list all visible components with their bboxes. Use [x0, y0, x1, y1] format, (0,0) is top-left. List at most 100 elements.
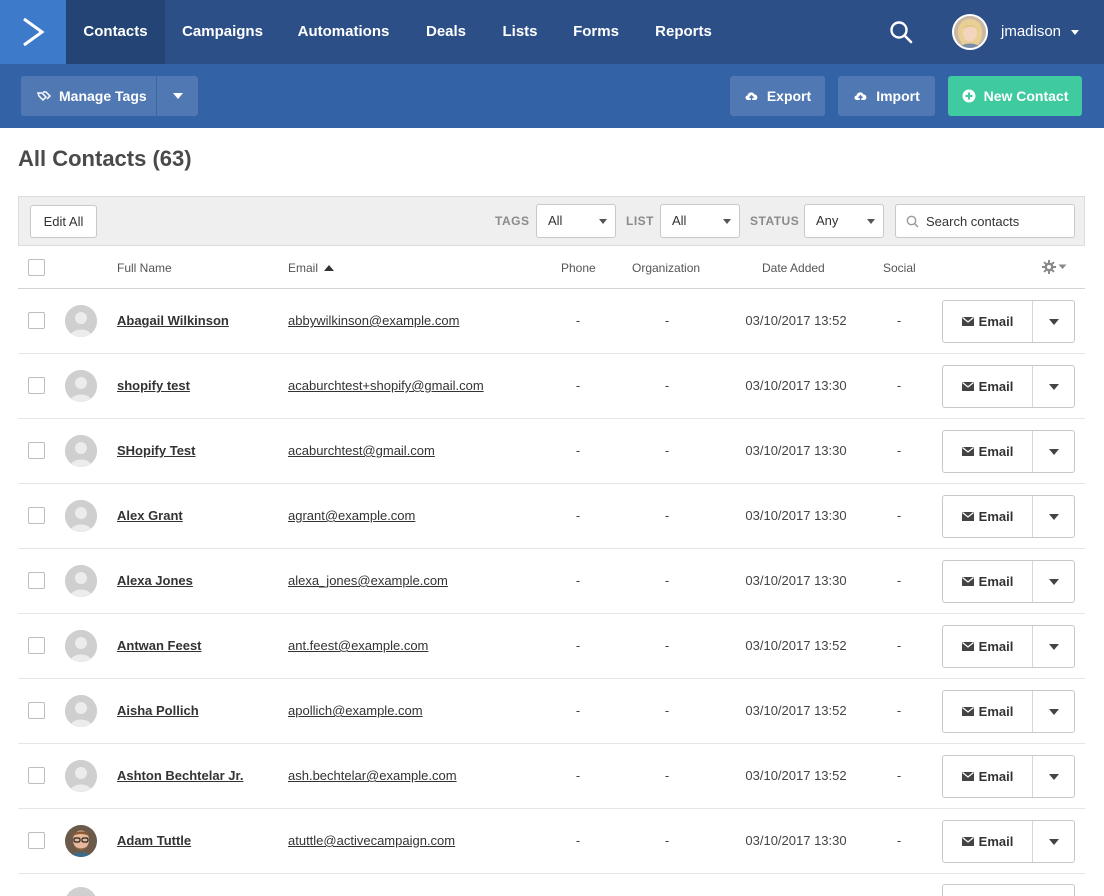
email-contact-button[interactable]: Email	[943, 366, 1033, 407]
contact-email-link[interactable]: abbywilkinson@example.com	[288, 289, 459, 353]
cloud-upload-icon	[744, 90, 759, 102]
list-filter-value: All	[672, 213, 687, 228]
contact-name-link[interactable]: SHopify Test	[117, 419, 196, 483]
contact-email-link[interactable]: alexa_jones@example.com	[288, 549, 448, 613]
column-header-full-name[interactable]: Full Name	[117, 246, 172, 290]
nav-automations[interactable]: Automations	[280, 0, 407, 64]
app-logo[interactable]	[0, 0, 66, 64]
contact-email-link[interactable]: agrant@example.com	[288, 484, 415, 548]
email-button-label: Email	[978, 769, 1014, 784]
row-checkbox[interactable]	[28, 312, 45, 329]
chevron-down-icon	[1058, 264, 1067, 269]
row-actions-dropdown[interactable]	[1034, 366, 1074, 407]
status-filter-select[interactable]: Any	[804, 204, 884, 238]
envelope-icon	[961, 317, 974, 326]
global-search-button[interactable]	[888, 19, 914, 45]
contact-phone: -	[575, 573, 581, 588]
edit-all-button[interactable]: Edit All	[30, 205, 97, 238]
contact-name-link[interactable]: Alex Grant	[117, 484, 183, 548]
select-all-checkbox[interactable]	[28, 259, 45, 276]
row-actions-dropdown[interactable]	[1034, 431, 1074, 472]
row-checkbox[interactable]	[28, 377, 45, 394]
contact-name-link[interactable]: Ashton Bechtelar Jr.	[117, 744, 243, 808]
email-contact-button[interactable]: Email	[943, 496, 1033, 537]
manage-tags-dropdown-button[interactable]	[156, 76, 198, 116]
page-title: All Contacts (63)	[18, 146, 192, 171]
chevron-down-icon	[1049, 514, 1059, 520]
contact-email-link[interactable]: acaburchtest@gmail.com	[288, 419, 435, 483]
table-row: Adam Tuttle atuttle@activecampaign.com - - 0…	[18, 809, 1085, 874]
nav-contacts[interactable]: Contacts	[66, 0, 165, 64]
search-contacts-field[interactable]	[895, 204, 1075, 238]
row-actions-dropdown[interactable]	[1034, 301, 1074, 342]
contact-name-link[interactable]: Abagail Wilkinson	[117, 289, 229, 353]
nav-lists[interactable]: Lists	[485, 0, 555, 64]
contact-phone: -	[575, 638, 581, 653]
row-checkbox[interactable]	[28, 767, 45, 784]
contact-email-link[interactable]: ash.bechtelar@example.com	[288, 744, 457, 808]
contact-date-added: 03/10/2017 13:52	[745, 768, 847, 783]
manage-tags-button[interactable]: Manage Tags	[21, 76, 156, 116]
export-button[interactable]: Export	[730, 76, 825, 116]
nav-campaigns[interactable]: Campaigns	[165, 0, 280, 64]
contact-name-link[interactable]: Aisha Pollich	[117, 679, 199, 743]
row-checkbox[interactable]	[28, 637, 45, 654]
search-contacts-input[interactable]	[926, 205, 1071, 237]
contact-organization: -	[664, 378, 670, 393]
row-actions-dropdown[interactable]	[1034, 561, 1074, 602]
contact-social: -	[896, 573, 902, 588]
search-icon	[906, 215, 919, 233]
import-button[interactable]: Import	[838, 76, 935, 116]
row-checkbox[interactable]	[28, 832, 45, 849]
row-checkbox[interactable]	[28, 442, 45, 459]
contact-social: -	[896, 703, 902, 718]
nav-forms[interactable]: Forms	[555, 0, 637, 64]
row-actions-dropdown[interactable]	[1034, 691, 1074, 732]
row-checkbox[interactable]	[28, 702, 45, 719]
person-placeholder-icon	[65, 565, 97, 597]
contact-email-link[interactable]: acaburchtest+shopify@gmail.com	[288, 354, 484, 418]
table-row: Antwan Feest ant.feest@example.com - - 03/10…	[18, 614, 1085, 679]
email-contact-button[interactable]: Email	[943, 561, 1033, 602]
email-contact-button[interactable]: Email	[943, 301, 1033, 342]
column-header-email[interactable]: Email	[288, 246, 335, 290]
column-settings-button[interactable]	[1042, 260, 1067, 274]
contact-name-link[interactable]: shopify test	[117, 354, 190, 418]
contact-organization: -	[664, 638, 670, 653]
contact-email-link[interactable]: apollich@example.com	[288, 679, 423, 743]
nav-reports[interactable]: Reports	[637, 0, 730, 64]
row-actions-dropdown[interactable]	[1034, 626, 1074, 667]
email-contact-button[interactable]: Email	[943, 756, 1033, 797]
table-row: SHopify Test acaburchtest@gmail.com - - 03/1…	[18, 419, 1085, 484]
row-actions-dropdown[interactable]	[1034, 821, 1074, 862]
tags-filter-select[interactable]: All	[536, 204, 616, 238]
column-header-social[interactable]: Social	[883, 246, 916, 290]
user-menu[interactable]: jmadison	[950, 12, 1090, 52]
contact-name-link[interactable]: Adam Tuttle	[117, 809, 191, 873]
column-header-organization[interactable]: Organization	[632, 246, 700, 290]
email-button-label: Email	[978, 639, 1014, 654]
nav-deals[interactable]: Deals	[407, 0, 485, 64]
row-actions-dropdown[interactable]	[1034, 496, 1074, 537]
email-contact-button[interactable]: Email	[943, 691, 1033, 732]
row-checkbox[interactable]	[28, 507, 45, 524]
contact-name-link[interactable]: Alexa Jones	[117, 549, 193, 613]
email-contact-button[interactable]: Email	[943, 626, 1033, 667]
contact-email-link[interactable]: atuttle@activecampaign.com	[288, 809, 455, 873]
table-row: Alexa Jones alexa_jones@example.com - - 03/1…	[18, 549, 1085, 614]
email-button-label: Email	[978, 704, 1014, 719]
new-contact-button[interactable]: New Contact	[948, 76, 1082, 116]
chevron-down-icon	[1049, 449, 1059, 455]
row-actions-dropdown[interactable]	[1034, 756, 1074, 797]
contact-email-link[interactable]: ant.feest@example.com	[288, 614, 428, 678]
contact-name-link[interactable]: Antwan Feest	[117, 614, 202, 678]
list-filter-select[interactable]: All	[660, 204, 740, 238]
column-header-phone[interactable]: Phone	[561, 246, 596, 290]
row-checkbox[interactable]	[28, 572, 45, 589]
row-action-partial[interactable]	[942, 884, 1075, 896]
email-contact-button[interactable]: Email	[943, 431, 1033, 472]
column-header-date-added[interactable]: Date Added	[762, 246, 825, 290]
email-button-label: Email	[978, 444, 1014, 459]
contact-date-added: 03/10/2017 13:30	[745, 378, 847, 393]
email-contact-button[interactable]: Email	[943, 821, 1033, 862]
